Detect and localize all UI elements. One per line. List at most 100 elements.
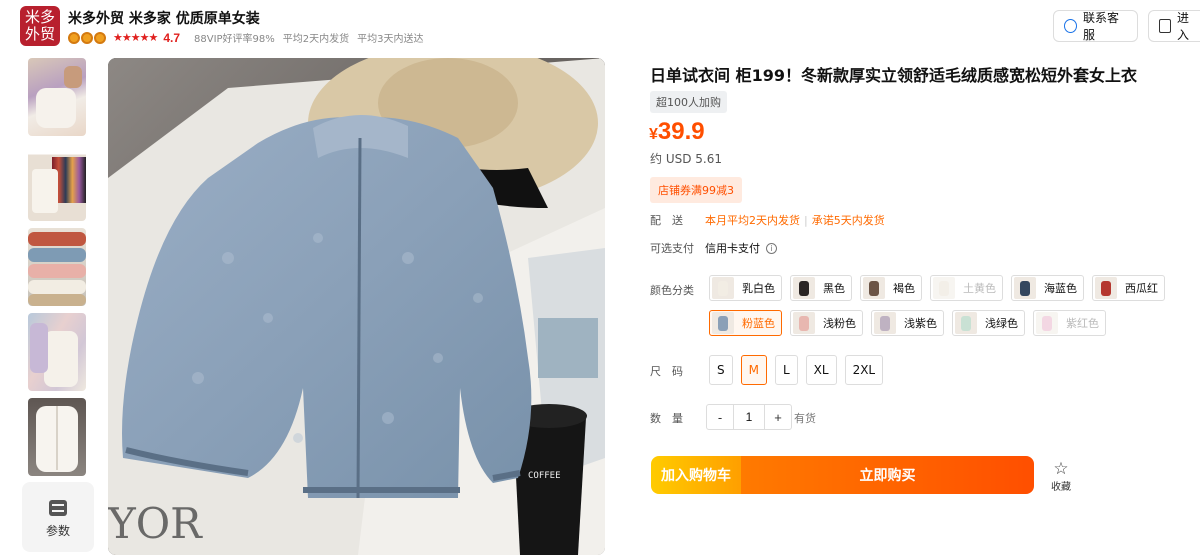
shipping-info-2: 承诺5天内发货: [811, 214, 885, 227]
medal-icon: [94, 31, 106, 44]
color-swatch: [793, 277, 815, 299]
color-option-label: 乳白色: [742, 282, 775, 295]
color-option-label: 海蓝色: [1044, 282, 1077, 295]
quantity-increase-button[interactable]: +: [765, 405, 791, 429]
shop-name[interactable]: 米多外贸 米多家 优质原单女装: [68, 8, 260, 28]
color-swatch: [712, 277, 734, 299]
svg-text:COFFEE: COFFEE: [528, 471, 561, 481]
color-swatch: [793, 312, 815, 334]
color-swatch: [712, 312, 734, 334]
rating-stars-icon: ★★★★★: [113, 32, 158, 44]
product-photo: COFFEE YOR: [108, 58, 605, 555]
price-value: 39.9: [657, 118, 705, 145]
params-icon: [49, 500, 67, 516]
color-swatch: [955, 312, 977, 334]
quantity-label: 数 量: [650, 412, 683, 425]
color-option[interactable]: 西瓜红: [1092, 275, 1165, 301]
shop-stat: 平均3天内送达: [357, 34, 424, 45]
contact-service-label: 联系客服: [1083, 11, 1120, 42]
size-options: S M L XL 2XL: [709, 355, 884, 385]
color-option: 紫红色: [1033, 310, 1106, 336]
color-option-label: 浅绿色: [985, 317, 1018, 330]
color-swatch: [1095, 277, 1117, 299]
color-swatch: [1036, 312, 1058, 334]
quantity-stepper: - 1 +: [706, 404, 792, 430]
color-option-label: 土黄色: [963, 282, 996, 295]
color-option-label: 紫红色: [1066, 317, 1099, 330]
color-label: 颜色分类: [650, 284, 694, 297]
shop-logo[interactable]: 米多外贸: [20, 6, 60, 46]
svg-text:YOR: YOR: [108, 499, 203, 548]
add-to-cart-button[interactable]: 加入购物车: [651, 456, 741, 494]
color-option-label: 粉蓝色: [742, 317, 775, 330]
params-button[interactable]: 参数: [22, 482, 94, 552]
color-swatch: [863, 277, 885, 299]
color-swatch: [1014, 277, 1036, 299]
shop-icon: [1159, 19, 1171, 33]
favorite-button[interactable]: ☆ 收藏: [1046, 460, 1076, 493]
size-option[interactable]: XL: [805, 355, 837, 385]
shipping-info-1: 本月平均2天内发货: [705, 214, 800, 227]
size-option[interactable]: L: [774, 355, 798, 385]
color-option-label: 浅粉色: [823, 317, 856, 330]
color-swatch: [874, 312, 896, 334]
thumbnail-5[interactable]: [28, 398, 86, 476]
medal-icon: [68, 31, 80, 44]
usd-price: 约 USD 5.61: [650, 152, 722, 166]
color-option[interactable]: 浅粉色: [790, 310, 863, 336]
shop-rating: 4.7: [163, 30, 180, 45]
color-option-label: 西瓜红: [1125, 282, 1158, 295]
color-option[interactable]: 浅绿色: [952, 310, 1025, 336]
shipping-label: 配 送: [650, 214, 683, 227]
color-option[interactable]: 海蓝色: [1011, 275, 1084, 301]
sold-count-badge: 超100人加购: [650, 91, 727, 113]
star-icon: ☆: [1053, 459, 1069, 479]
params-label: 参数: [45, 524, 70, 538]
color-option-label: 褐色: [893, 282, 915, 295]
chat-icon: [1064, 19, 1077, 33]
color-option-label: 黑色: [823, 282, 845, 295]
color-option: 土黄色: [930, 275, 1003, 301]
thumbnail-1[interactable]: [28, 58, 86, 136]
purchase-actions: 加入购物车 立即购买: [651, 456, 1034, 494]
size-option[interactable]: S: [709, 355, 733, 385]
thumbnail-list: [22, 58, 94, 483]
color-option[interactable]: 乳白色: [709, 275, 782, 301]
shop-meta: ★★★★★ 4.7 88VIP好评率98% 平均2天内发货 平均3天内送达: [68, 30, 424, 45]
size-label: 尺 码: [650, 365, 683, 378]
info-icon[interactable]: i: [766, 242, 777, 254]
size-option[interactable]: 2XL: [844, 355, 884, 385]
main-product-image[interactable]: COFFEE YOR: [108, 58, 605, 555]
medal-icon: [81, 31, 93, 44]
shop-stat: 平均2天内发货: [282, 34, 350, 45]
color-option-label: 浅紫色: [904, 317, 937, 330]
quantity-input[interactable]: 1: [733, 405, 765, 429]
color-swatch: [933, 277, 955, 299]
quantity-decrease-button[interactable]: -: [707, 405, 733, 429]
shop-coupon[interactable]: 店铺券满99减3: [650, 177, 742, 203]
buy-now-button[interactable]: 立即购买: [741, 456, 1034, 494]
shop-stat: 88VIP好评率98%: [194, 34, 275, 45]
shop-logo-text: 米多外贸: [24, 8, 55, 43]
payment-method: 信用卡支付: [705, 242, 760, 255]
contact-service-button[interactable]: 联系客服: [1053, 10, 1138, 42]
color-options: 乳白色 黑色 褐色 土黄色 海蓝色 西瓜红粉蓝色 浅粉色 浅紫色 浅绿色 紫红色: [709, 275, 1179, 336]
thumbnail-4[interactable]: [28, 313, 86, 391]
color-option[interactable]: 黑色: [790, 275, 852, 301]
favorite-label: 收藏: [1051, 482, 1071, 493]
color-option[interactable]: 褐色: [860, 275, 922, 301]
size-option[interactable]: M: [740, 355, 767, 385]
color-option[interactable]: 粉蓝色: [709, 310, 782, 336]
shipping-info: 本月平均2天内发货 | 承诺5天内发货: [705, 214, 885, 227]
enter-shop-button[interactable]: 进入: [1148, 10, 1200, 42]
price-currency: ¥: [649, 126, 658, 143]
product-price: ¥39.9: [649, 118, 705, 146]
color-option[interactable]: 浅紫色: [871, 310, 944, 336]
stock-status: 有货: [794, 412, 816, 425]
thumbnail-3[interactable]: [28, 228, 86, 306]
product-title: 日单试衣间 柜199！冬新款厚实立领舒适毛绒质感宽松短外套女上衣: [650, 66, 1137, 85]
enter-shop-label: 进入: [1177, 11, 1190, 42]
payment-info: 信用卡支付 i: [705, 240, 777, 256]
payment-label: 可选支付: [650, 242, 694, 255]
thumbnail-2[interactable]: [28, 143, 86, 221]
